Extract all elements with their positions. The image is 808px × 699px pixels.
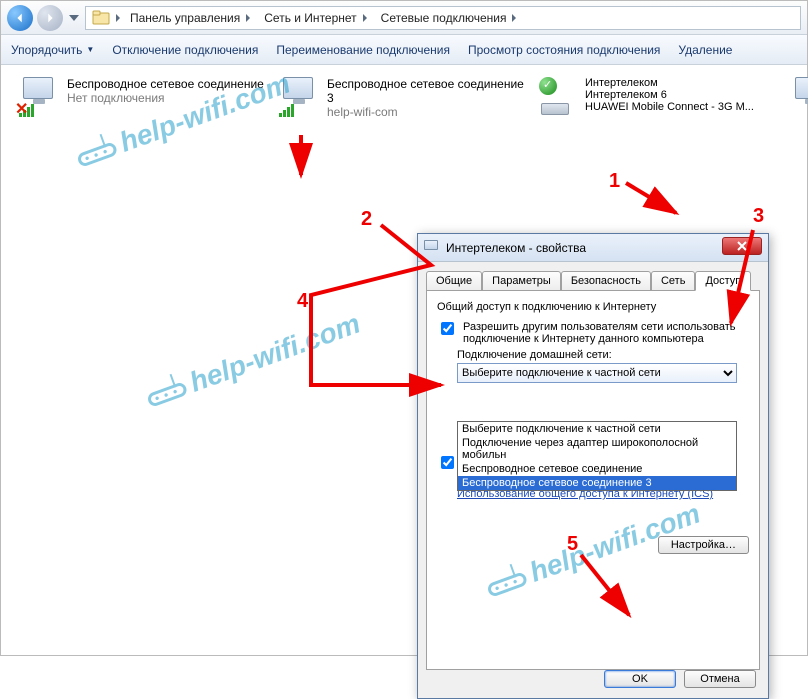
- organize-menu[interactable]: Упорядочить▼: [11, 43, 94, 57]
- control-panel-icon: [92, 10, 110, 26]
- cancel-button[interactable]: Отмена: [684, 670, 756, 688]
- connection-item[interactable]: [791, 77, 808, 117]
- properties-dialog: Интертелеком - свойства Общие Параметры …: [417, 233, 769, 699]
- delete-connection-button[interactable]: Удаление: [678, 43, 732, 57]
- close-icon: [737, 241, 747, 251]
- toolbar: Упорядочить▼ Отключение подключения Пере…: [1, 35, 807, 65]
- home-network-dropdown-list: Выберите подключение к частной сети Подк…: [457, 421, 737, 491]
- tab-params[interactable]: Параметры: [482, 271, 561, 291]
- wireless-icon: [279, 77, 319, 117]
- back-button[interactable]: [7, 5, 33, 31]
- watermark: help-wifi.com: [142, 308, 364, 415]
- tab-security[interactable]: Безопасность: [561, 271, 651, 291]
- home-network-label: Подключение домашней сети:: [457, 349, 749, 361]
- allow-sharing-row: Разрешить другим пользователям сети испо…: [437, 321, 749, 345]
- settings-button[interactable]: Настройка…: [658, 536, 749, 554]
- tab-general[interactable]: Общие: [426, 271, 482, 291]
- allow-sharing-label: Разрешить другим пользователям сети испо…: [463, 321, 749, 345]
- connection-title: Интертелеком: [585, 77, 754, 89]
- connection-line2: Интертелеком 6: [585, 89, 754, 101]
- nav-bar: Панель управления Сеть и Интернет Сетевы…: [1, 1, 807, 35]
- modem-icon: [537, 77, 577, 117]
- tab-sharing[interactable]: Доступ: [695, 271, 751, 291]
- crumb-item[interactable]: Сетевые подключения: [377, 11, 523, 25]
- annotation-number: 2: [361, 208, 372, 231]
- connection-title: Беспроводное сетевое соединение 3: [327, 77, 529, 105]
- group-title: Общий доступ к подключению к Интернету: [437, 301, 749, 313]
- toolbar-label: Упорядочить: [11, 43, 82, 57]
- forward-button[interactable]: [37, 5, 63, 31]
- dialog-title: Интертелеком - свойства: [446, 241, 586, 255]
- dialog-titlebar[interactable]: Интертелеком - свойства: [418, 234, 768, 262]
- dialog-icon: [424, 240, 440, 256]
- crumb-item[interactable]: Панель управления: [126, 11, 256, 25]
- wireless-icon: [791, 77, 808, 117]
- rename-connection-button[interactable]: Переименование подключения: [276, 43, 450, 57]
- view-status-button[interactable]: Просмотр состояния подключения: [468, 43, 660, 57]
- connection-status: help-wifi-com: [327, 105, 529, 119]
- crumb-item[interactable]: Сеть и Интернет: [260, 11, 372, 25]
- dropdown-option[interactable]: Выберите подключение к частной сети: [458, 422, 736, 436]
- annotation-number: 4: [297, 290, 308, 313]
- breadcrumb[interactable]: Панель управления Сеть и Интернет Сетевы…: [85, 6, 801, 30]
- dialog-footer: OK Отмена: [604, 670, 756, 688]
- dropdown-option[interactable]: Подключение через адаптер широкополосной…: [458, 436, 736, 462]
- nav-history-dropdown[interactable]: [67, 5, 81, 31]
- connection-item[interactable]: Беспроводное сетевое соединение 3 help-w…: [279, 77, 529, 119]
- disable-connection-button[interactable]: Отключение подключения: [112, 43, 258, 57]
- ok-button[interactable]: OK: [604, 670, 676, 688]
- annotation-number: 3: [753, 205, 764, 228]
- connection-title: Беспроводное сетевое соединение: [67, 77, 264, 91]
- crumb-label: Сетевые подключения: [381, 11, 507, 25]
- allow-sharing-checkbox[interactable]: [441, 322, 454, 335]
- dropdown-option-selected[interactable]: Беспроводное сетевое соединение 3: [458, 476, 736, 490]
- connections-pane: ✕ Беспроводное сетевое соединение Нет по…: [1, 65, 807, 655]
- crumb-label: Сеть и Интернет: [264, 11, 356, 25]
- connection-item[interactable]: ✕ Беспроводное сетевое соединение Нет по…: [19, 77, 269, 117]
- connection-line3: HUAWEI Mobile Connect - 3G M...: [585, 101, 754, 113]
- dropdown-option[interactable]: Беспроводное сетевое соединение: [458, 462, 736, 476]
- tab-panel: Общий доступ к подключению к Интернету Р…: [426, 290, 760, 670]
- tab-strip: Общие Параметры Безопасность Сеть Доступ: [418, 262, 768, 290]
- connection-status: Нет подключения: [67, 91, 264, 105]
- tab-network[interactable]: Сеть: [651, 271, 695, 291]
- allow-control-checkbox[interactable]: [441, 456, 454, 469]
- home-network-select[interactable]: Выберите подключение к частной сети: [457, 363, 737, 383]
- close-button[interactable]: [722, 237, 762, 255]
- disconnected-icon: ✕: [15, 99, 28, 119]
- crumb-label: Панель управления: [130, 11, 240, 25]
- connection-item-selected[interactable]: Интертелеком Интертелеком 6 HUAWEI Mobil…: [537, 77, 797, 117]
- wireless-icon: ✕: [19, 77, 59, 117]
- annotation-number: 1: [609, 170, 620, 193]
